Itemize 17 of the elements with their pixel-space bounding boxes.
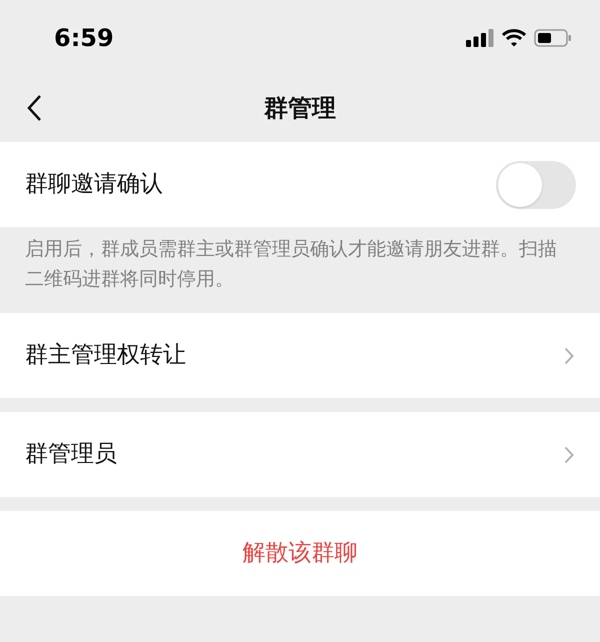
battery-icon [534,28,572,46]
menu-label: 群主管理权转让 [25,341,186,370]
wifi-icon [502,28,526,46]
toggle-switch[interactable] [496,160,576,208]
setting-label: 群聊邀请确认 [25,170,163,200]
toggle-knob [498,162,542,206]
chevron-right-icon [564,446,574,464]
menu-row[interactable]: 群管理员 [0,412,600,497]
chevron-right-icon [564,346,574,364]
back-icon [26,94,42,122]
setting-description: 启用后，群成员需群主或群管理员确认才能邀请朋友进群。扫描二维码进群将同时停用。 [25,237,558,292]
menu-label: 群管理员 [25,440,117,470]
page-title: 群管理 [264,92,336,124]
signal-icon [466,28,494,46]
status-time: 6:59 [54,22,114,54]
menu-row[interactable]: 群主管理权转让 [0,313,600,398]
dissolve-group-button[interactable]: 解散该群聊 [0,511,600,596]
